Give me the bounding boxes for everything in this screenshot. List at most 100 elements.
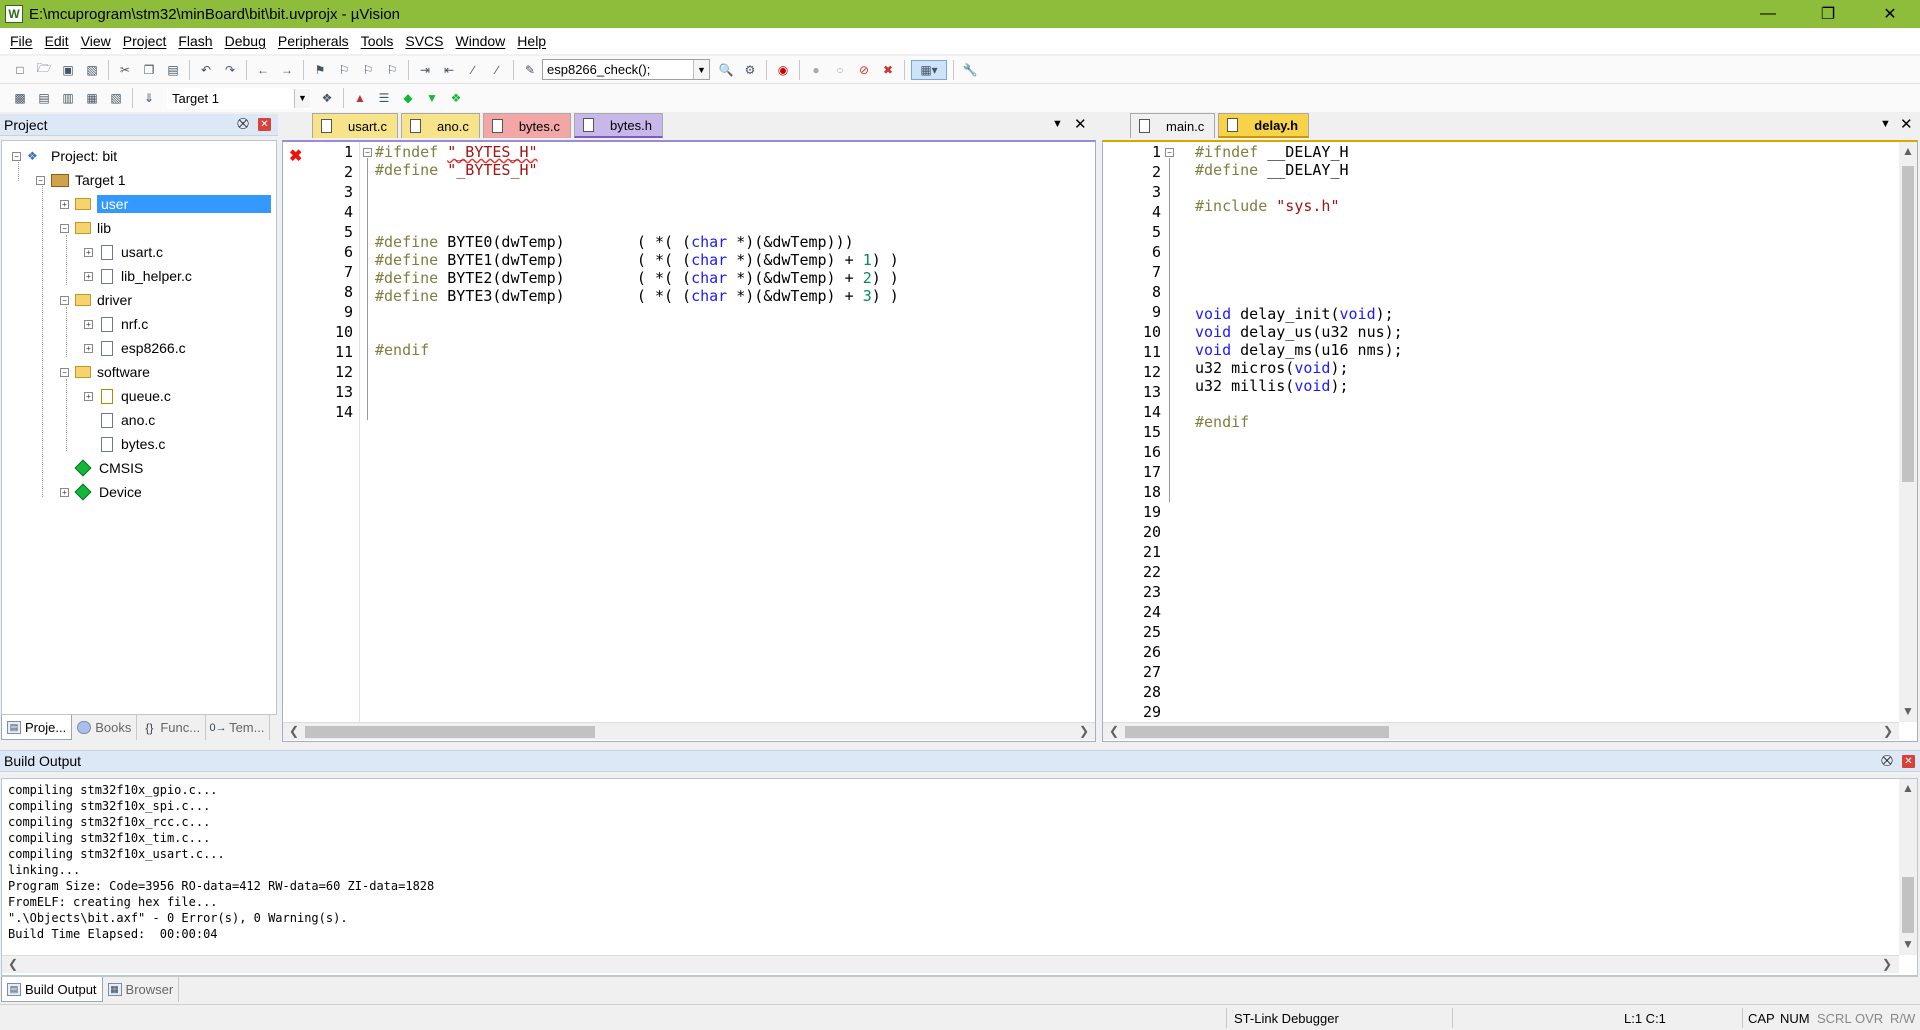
chevron-down-icon[interactable]: ▼ (693, 60, 709, 79)
tree-group-software[interactable]: − software (60, 361, 150, 383)
uvision-app-icon[interactable]: W (5, 5, 23, 23)
expand-icon[interactable]: + (84, 343, 93, 353)
tree-file-bytes-c[interactable]: bytes.c (84, 433, 165, 455)
left-code-text[interactable]: #ifndef "_BYTES_H" #define "_BYTES_H" #d… (375, 143, 899, 359)
collapse-icon[interactable]: − (60, 367, 69, 377)
close-editor-icon[interactable]: ✕ (1074, 115, 1087, 133)
menu-project[interactable]: Project (117, 33, 173, 49)
right-code-text[interactable]: #ifndef __DELAY_H #define __DELAY_H #inc… (1195, 143, 1403, 431)
menu-edit[interactable]: Edit (39, 33, 75, 49)
collapse-icon[interactable]: − (60, 223, 69, 233)
menu-flash[interactable]: Flash (172, 33, 218, 49)
navigate-forward-icon[interactable]: → (277, 60, 297, 80)
close-editor-icon[interactable]: ✕ (1900, 115, 1913, 133)
redo-icon[interactable]: ↷ (220, 60, 240, 80)
tab-templates[interactable]: 0→ Tem... (206, 715, 271, 740)
left-horizontal-scrollbar[interactable]: ❮ ❯ (283, 722, 1095, 740)
download-icon[interactable]: ⇓ (139, 88, 159, 108)
scrollbar-thumb[interactable] (1125, 726, 1389, 738)
build-icon[interactable]: ▤ (34, 88, 54, 108)
tab-list-chevron-icon[interactable]: ▼ (1880, 118, 1891, 130)
menu-view[interactable]: View (75, 33, 117, 49)
close-icon[interactable]: ✕ (258, 118, 271, 131)
tree-file-queue-c[interactable]: + queue.c (84, 385, 171, 407)
menu-debug[interactable]: Debug (219, 33, 272, 49)
copy-icon[interactable]: ❐ (139, 60, 159, 80)
clear-bookmarks-icon[interactable]: ⚐ (382, 60, 402, 80)
tab-main-c[interactable]: main.c (1130, 113, 1216, 138)
find-icon[interactable]: 🔍 (716, 60, 736, 80)
pack-installer-icon[interactable]: ▼ (422, 88, 442, 108)
scroll-left-icon[interactable]: ❮ (289, 724, 299, 738)
tab-project[interactable]: ▤ Proje... (1, 715, 73, 740)
stop-build-icon[interactable]: ▧ (106, 88, 126, 108)
menu-peripherals[interactable]: Peripherals (272, 33, 355, 49)
scroll-left-icon[interactable]: ❮ (8, 957, 18, 971)
target-combo[interactable]: Target 1 ▼ (167, 87, 311, 109)
left-code-editor[interactable]: ✖ 1 2 3 4 5 6 7 8 9 10 11 12 13 14 − #ifndef "_BYTES_… (282, 140, 1096, 742)
output-horizontal-scrollbar[interactable]: ❮ ❯ (2, 955, 1899, 973)
next-bookmark-icon[interactable]: ⚐ (358, 60, 378, 80)
manage-rte-icon[interactable]: ☰ (374, 88, 394, 108)
tree-file-nrf-c[interactable]: + nrf.c (84, 313, 148, 335)
scroll-up-icon[interactable]: ▲ (1902, 781, 1914, 795)
find-in-files-icon[interactable]: ✎ (520, 60, 540, 80)
fold-collapse-icon[interactable]: − (1165, 148, 1174, 157)
paste-icon[interactable]: ▤ (163, 60, 183, 80)
pin-icon[interactable]: ⛒ (236, 117, 250, 131)
comment-icon[interactable]: ∕ (463, 60, 483, 80)
collapse-icon[interactable]: − (36, 175, 45, 185)
scroll-right-icon[interactable]: ❯ (1882, 957, 1892, 971)
close-icon[interactable]: ✕ (1902, 755, 1915, 768)
save-icon[interactable]: ▣ (58, 60, 78, 80)
build-output-window[interactable]: ▲ ▼ ❮ ❯ compiling stm32f10x_gpio.c... com… (1, 778, 1918, 976)
target-options-icon[interactable]: ❖ (317, 88, 337, 108)
tree-file-esp8266-c[interactable]: + esp8266.c (84, 337, 186, 359)
scroll-left-icon[interactable]: ❮ (1109, 724, 1119, 738)
expand-icon[interactable]: + (60, 487, 69, 497)
rebuild-icon[interactable]: ▥ (58, 88, 78, 108)
configure-icon[interactable]: 🔧 (960, 60, 980, 80)
kill-breakpoints-icon[interactable]: ✖ (878, 60, 898, 80)
navigate-back-icon[interactable]: ← (253, 60, 273, 80)
incremental-find-icon[interactable]: ⚙ (740, 60, 760, 80)
insert-breakpoint-icon[interactable]: ● (806, 60, 826, 80)
chevron-down-icon[interactable]: ▼ (294, 88, 310, 108)
disable-breakpoints-icon[interactable]: ⊘ (854, 60, 874, 80)
tab-build-output[interactable]: ▤ Build Output (1, 977, 103, 1002)
pin-icon[interactable]: ⛒ (1880, 754, 1894, 768)
tree-file-usart-c[interactable]: + usart.c (84, 241, 163, 263)
uncomment-icon[interactable]: ∕ (487, 60, 507, 80)
scroll-right-icon[interactable]: ❯ (1883, 724, 1893, 738)
scrollbar-thumb[interactable] (305, 726, 595, 738)
right-code-editor[interactable]: 1 2 3 4 5 6 7 8 9 10 11 12 13 14 15 16 17 18 19 20 21 22 23 24 2… (1102, 140, 1918, 742)
menu-file[interactable]: File (4, 33, 39, 49)
start-debug-icon[interactable]: ◉ (773, 60, 793, 80)
open-file-icon[interactable]: 🗁 (34, 60, 54, 80)
tab-usart-c[interactable]: usart.c (312, 113, 399, 138)
collapse-icon[interactable]: − (12, 151, 21, 161)
collapse-icon[interactable]: − (60, 295, 69, 305)
bookmark-icon[interactable]: ⚑ (310, 60, 330, 80)
prev-bookmark-icon[interactable]: ⚐ (334, 60, 354, 80)
scroll-down-icon[interactable]: ▼ (1902, 937, 1914, 951)
tab-bytes-h[interactable]: bytes.h (574, 113, 663, 138)
tree-group-driver[interactable]: − driver (60, 289, 132, 311)
scroll-down-icon[interactable]: ▼ (1902, 704, 1914, 718)
tree-target[interactable]: − Target 1 (36, 169, 126, 191)
tab-delay-h[interactable]: delay.h (1218, 113, 1310, 138)
right-horizontal-scrollbar[interactable]: ❮ ❯ (1103, 722, 1899, 740)
scrollbar-thumb[interactable] (1902, 166, 1914, 482)
cut-icon[interactable]: ✂ (115, 60, 135, 80)
run-time-env-icon[interactable]: ❖ (446, 88, 466, 108)
scroll-up-icon[interactable]: ▲ (1902, 144, 1914, 158)
menu-window[interactable]: Window (450, 33, 512, 49)
select-pack-icon[interactable]: ◆ (398, 88, 418, 108)
expand-icon[interactable]: + (60, 199, 69, 209)
tab-browser[interactable]: ▦ Browser (103, 977, 180, 1002)
tree-component-device[interactable]: + Device (60, 481, 142, 503)
tree-file-ano-c[interactable]: ano.c (84, 409, 155, 431)
tree-group-lib[interactable]: − lib (60, 217, 111, 239)
expand-icon[interactable]: + (84, 319, 93, 329)
enable-breakpoint-icon[interactable]: ○ (830, 60, 850, 80)
